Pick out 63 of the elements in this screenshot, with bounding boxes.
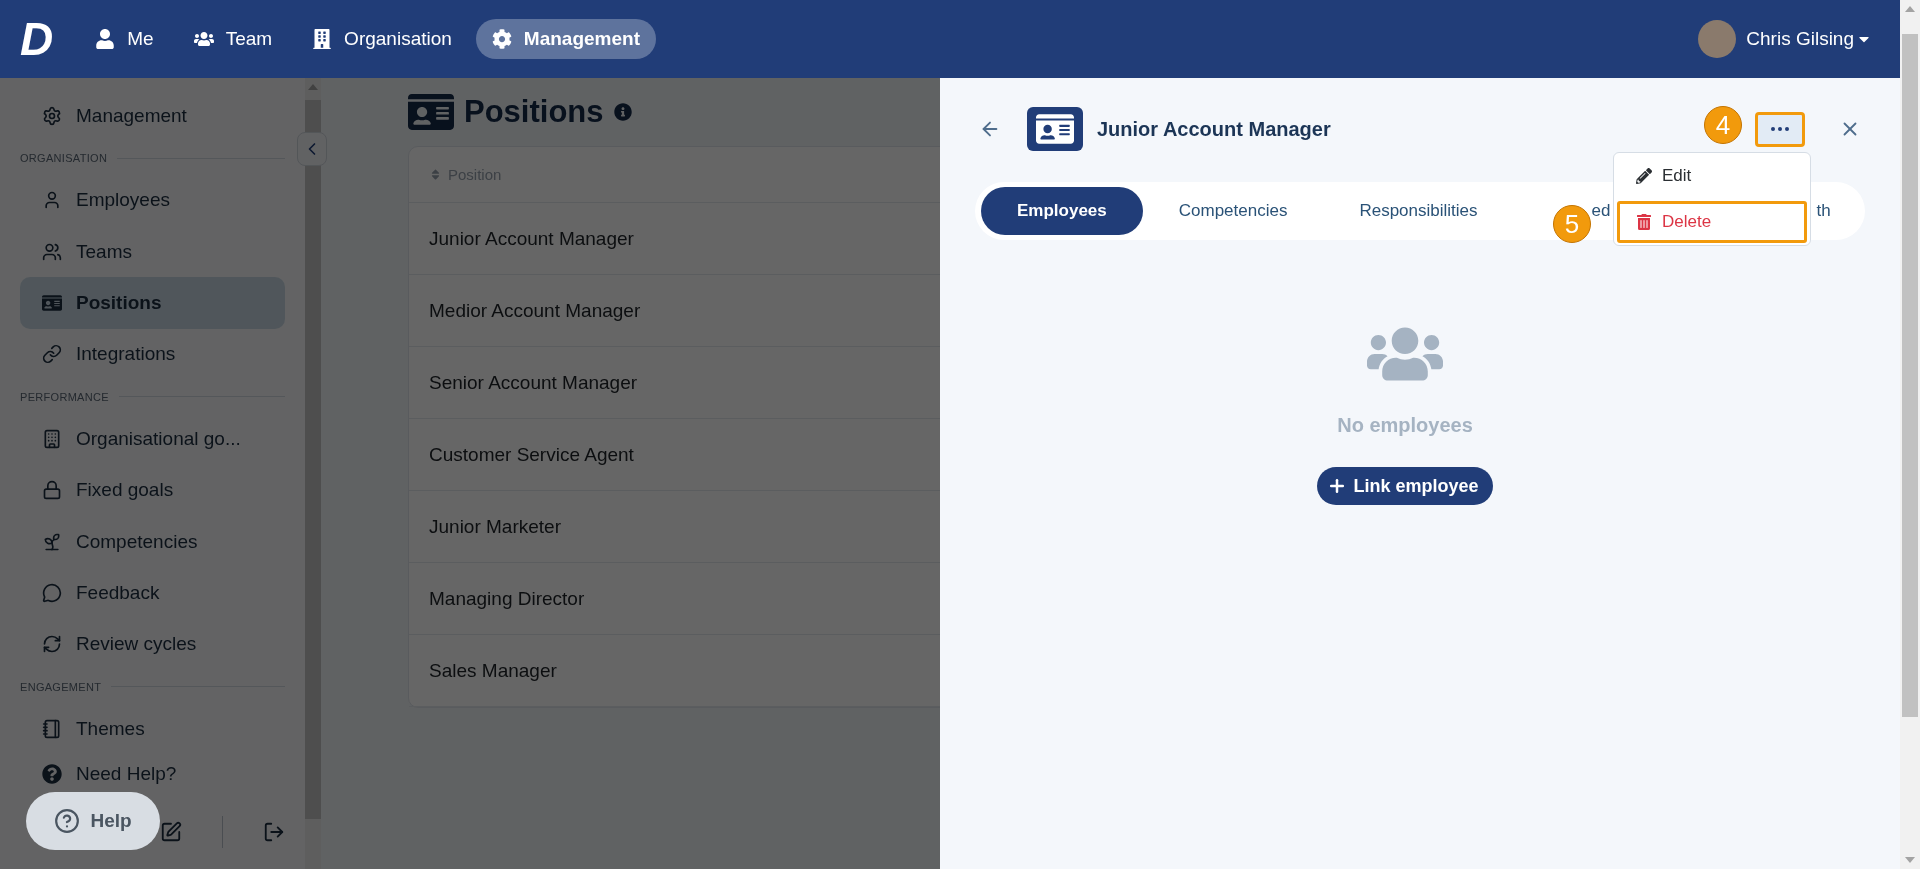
link-icon <box>42 344 62 365</box>
help-button[interactable]: Help <box>26 792 160 850</box>
gear-icon <box>42 105 62 126</box>
sidebar-item[interactable]: Themes <box>20 703 285 755</box>
user-menu[interactable]: Chris Gilsing <box>1746 28 1872 50</box>
users-icon <box>193 29 214 49</box>
scrollbar[interactable] <box>1900 0 1920 869</box>
menu-item[interactable]: Edit <box>1617 155 1807 197</box>
tab[interactable]: Employees <box>981 187 1143 235</box>
section-label: PERFORMANCE <box>20 390 109 403</box>
pencil-icon <box>1636 168 1652 184</box>
info-icon[interactable] <box>613 103 632 121</box>
refresh-icon <box>42 634 62 655</box>
user-icon <box>42 190 62 211</box>
collapse-button[interactable] <box>297 132 327 166</box>
empty-message: No employees <box>1337 414 1473 437</box>
nav-item[interactable]: Me <box>79 19 170 59</box>
step-marker: 4 <box>1704 106 1742 144</box>
tab[interactable]: Competencies <box>1142 187 1324 235</box>
sidebar-item[interactable]: Need Help? <box>20 754 285 795</box>
nav-item[interactable]: Organisation <box>296 19 468 59</box>
logo[interactable]: D <box>20 12 52 66</box>
logout-icon[interactable] <box>263 820 285 843</box>
id-card-icon <box>1027 107 1083 151</box>
section-label: ORGANISATION <box>20 152 108 165</box>
scrollbar[interactable] <box>305 78 321 869</box>
sort-icon <box>429 168 442 181</box>
id-card-icon <box>42 293 62 313</box>
tab[interactable]: ed <box>1591 187 1611 235</box>
tab[interactable]: Responsibilities <box>1323 187 1514 235</box>
lock-icon <box>42 480 62 501</box>
tab[interactable]: th <box>1816 187 1831 235</box>
sidebar-item[interactable]: Organisational go... <box>20 413 285 465</box>
sidebar-item[interactable]: Review cycles <box>20 618 285 670</box>
sidebar-item[interactable]: Integrations <box>20 328 285 380</box>
question-icon <box>54 808 81 834</box>
section-label: ENGAGEMENT <box>20 680 102 693</box>
gear-icon <box>491 29 512 49</box>
trash-icon <box>1636 214 1652 230</box>
user-icon <box>95 29 116 49</box>
building-icon <box>312 29 333 49</box>
nav-item[interactable]: Management <box>475 19 656 59</box>
building-icon <box>42 429 62 450</box>
menu-item[interactable]: Delete <box>1617 201 1807 243</box>
sidebar-item[interactable]: Management <box>20 90 285 142</box>
sidebar-item[interactable]: Fixed goals <box>20 464 285 517</box>
sidebar-item[interactable]: Employees <box>20 174 285 227</box>
notebook-icon <box>42 719 62 740</box>
link-employee-button[interactable]: Link employee <box>1317 467 1493 505</box>
question-icon <box>42 764 62 785</box>
page-title: Positions <box>464 94 604 130</box>
sidebar-item[interactable]: Competencies <box>20 516 285 568</box>
nav-item[interactable]: Team <box>177 19 289 59</box>
sidebar-item[interactable]: Feedback <box>20 567 285 619</box>
panel-title: Junior Account Manager <box>1097 117 1331 141</box>
edit-icon[interactable] <box>160 820 182 843</box>
sprout-icon <box>42 531 62 552</box>
sidebar-item[interactable]: Teams <box>20 226 285 278</box>
sidebar-item[interactable]: Positions <box>20 277 285 329</box>
avatar[interactable] <box>1698 20 1737 58</box>
more-button[interactable] <box>1755 111 1805 147</box>
chat-bubble-icon <box>42 582 62 603</box>
users-icon <box>42 241 62 262</box>
